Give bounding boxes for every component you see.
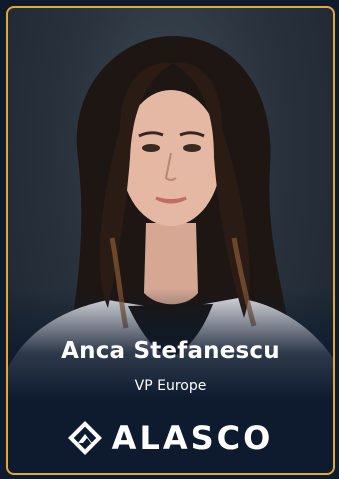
profile-card: Anca Stefanescu VP Europe ALASCO: [0, 0, 339, 479]
person-name: Anca Stefanescu: [61, 338, 280, 364]
card-frame: Anca Stefanescu VP Europe ALASCO: [6, 6, 335, 475]
alasco-logo-icon: [67, 421, 102, 455]
brand-name: ALASCO: [111, 419, 274, 457]
brand-logo: ALASCO: [8, 421, 333, 455]
person-title: VP Europe: [134, 378, 207, 394]
